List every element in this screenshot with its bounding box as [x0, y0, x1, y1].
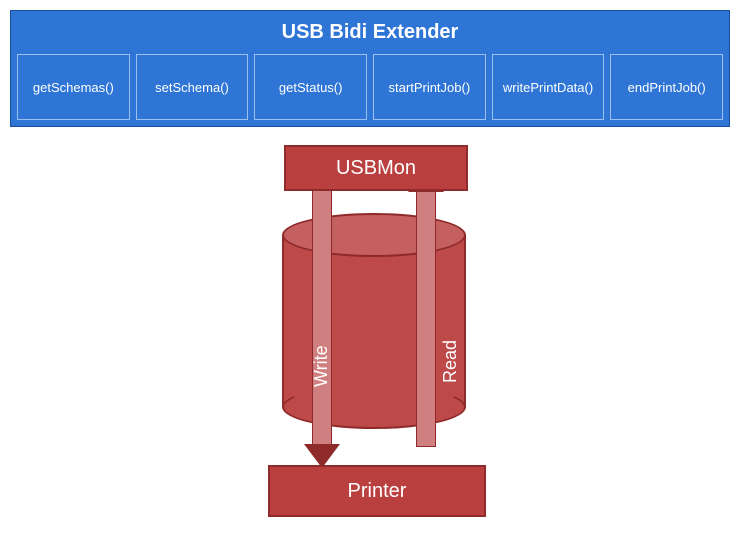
method-endprintjob: endPrintJob()	[610, 54, 723, 120]
architecture-diagram: USBMon Printer USBPrint Write Read	[10, 127, 730, 522]
read-arrow	[416, 189, 436, 447]
read-label: Read	[440, 340, 461, 383]
usbmon-node: USBMon	[284, 145, 468, 191]
method-getschemas: getSchemas()	[17, 54, 130, 120]
method-getstatus: getStatus()	[254, 54, 367, 120]
extender-title: USB Bidi Extender	[17, 21, 723, 44]
usbprint-cylinder	[282, 213, 466, 429]
method-writeprintdata: writePrintData()	[492, 54, 605, 120]
extender-methods-row: getSchemas() setSchema() getStatus() sta…	[17, 54, 723, 120]
usbprint-label: USBPrint	[10, 247, 194, 270]
printer-node: Printer	[268, 465, 486, 517]
method-setschema: setSchema()	[136, 54, 249, 120]
usb-bidi-extender-panel: USB Bidi Extender getSchemas() setSchema…	[10, 10, 730, 127]
write-label: Write	[311, 345, 332, 387]
method-startprintjob: startPrintJob()	[373, 54, 486, 120]
write-arrow	[312, 189, 332, 447]
